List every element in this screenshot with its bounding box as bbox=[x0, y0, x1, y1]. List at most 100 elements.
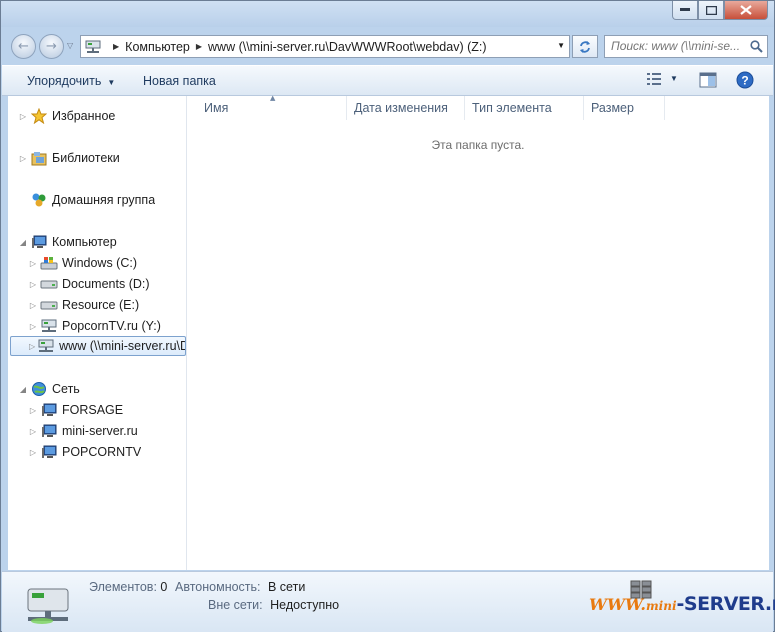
change-view-button[interactable] bbox=[646, 72, 662, 89]
nav-host-mini-server[interactable]: ▷ mini-server.ru bbox=[28, 421, 138, 441]
offline-status: Вне сети: Недоступно bbox=[208, 598, 339, 612]
expand-arrow-icon[interactable]: ▷ bbox=[28, 280, 38, 289]
watermark-logo: WWW.mini-SERVER.ru bbox=[589, 593, 775, 615]
expand-arrow-icon[interactable]: ▷ bbox=[18, 112, 28, 121]
content-area: ▷ Избранное ▷ Библиотеки Домашняя группа… bbox=[8, 94, 769, 570]
watermark-server: -SERVER.ru bbox=[676, 593, 775, 615]
breadcrumb-computer[interactable]: Компьютер bbox=[125, 40, 190, 54]
search-input[interactable] bbox=[605, 36, 751, 56]
details-pane: Элементов: 0 Автономность: В сети Вне се… bbox=[2, 571, 775, 632]
nav-drive-label: www (\\mini-server.ru\DavWWWRoot\webdav)… bbox=[59, 339, 185, 353]
address-dropdown-icon[interactable]: ▼ bbox=[557, 41, 565, 50]
maximize-button[interactable] bbox=[698, 1, 724, 20]
offline-status-label: Вне сети: bbox=[208, 598, 263, 612]
breadcrumb-separator-icon[interactable]: ▶ bbox=[196, 42, 202, 51]
chevron-down-icon: ▼ bbox=[670, 74, 678, 83]
minimize-icon bbox=[680, 8, 690, 11]
empty-folder-message: Эта папка пуста. bbox=[431, 138, 525, 152]
organize-button[interactable]: Упорядочить ▼ bbox=[27, 74, 115, 88]
offline-availability-label: Автономность: bbox=[175, 580, 261, 594]
windows-drive-icon bbox=[40, 255, 58, 271]
chevron-down-icon: ▼ bbox=[107, 78, 116, 87]
expand-arrow-icon[interactable]: ▷ bbox=[28, 301, 38, 310]
view-options-dropdown[interactable]: ▼ bbox=[670, 74, 678, 83]
nav-computer[interactable]: ◢ Компьютер bbox=[18, 232, 117, 252]
nav-host-label: FORSAGE bbox=[62, 403, 124, 417]
expand-arrow-icon[interactable]: ▷ bbox=[28, 427, 38, 436]
nav-drive-c[interactable]: ▷ Windows (C:) bbox=[28, 253, 137, 273]
search-icon[interactable] bbox=[750, 40, 763, 56]
drive-icon bbox=[40, 297, 58, 313]
nav-drive-e[interactable]: ▷ Resource (E:) bbox=[28, 295, 139, 315]
chevron-down-icon: ▽ bbox=[67, 41, 74, 50]
drive-icon bbox=[40, 276, 58, 292]
item-count-value: 0 bbox=[160, 580, 168, 594]
network-drive-icon bbox=[40, 318, 58, 334]
nav-libraries[interactable]: ▷ Библиотеки bbox=[18, 148, 120, 168]
nav-host-label: mini-server.ru bbox=[62, 424, 138, 438]
nav-drive-d[interactable]: ▷ Documents (D:) bbox=[28, 274, 150, 294]
file-list-pane[interactable]: Имя ▲ Дата изменения Тип элемента Размер… bbox=[187, 94, 769, 570]
expand-arrow-icon[interactable]: ▷ bbox=[18, 154, 28, 163]
collapse-arrow-icon[interactable]: ◢ bbox=[18, 238, 28, 247]
column-header-size[interactable]: Размер bbox=[584, 96, 665, 120]
collapse-arrow-icon[interactable]: ◢ bbox=[18, 385, 28, 394]
computer-icon bbox=[30, 234, 48, 250]
item-count: Элементов: 0 bbox=[89, 580, 167, 594]
back-button[interactable]: ← bbox=[11, 34, 36, 59]
breadcrumb-separator-icon[interactable]: ▶ bbox=[113, 42, 119, 51]
offline-status-value: Недоступно bbox=[270, 598, 340, 612]
nav-drive-y[interactable]: ▷ PopcornTV.ru (Y:) bbox=[28, 316, 161, 336]
homegroup-icon bbox=[30, 192, 48, 208]
watermark-www: WWW. bbox=[589, 595, 646, 614]
nav-drive-label: Windows (C:) bbox=[62, 256, 138, 270]
expand-arrow-icon[interactable]: ▷ bbox=[28, 259, 38, 268]
forward-button[interactable]: → bbox=[39, 34, 64, 59]
nav-host-label: POPCORNTV bbox=[62, 445, 142, 459]
expand-arrow-icon[interactable]: ▷ bbox=[28, 448, 38, 457]
nav-favorites[interactable]: ▷ Избранное bbox=[18, 106, 115, 126]
help-icon: ? bbox=[736, 71, 754, 89]
column-header-label: Размер bbox=[591, 101, 634, 115]
refresh-icon bbox=[580, 40, 590, 53]
computer-icon bbox=[40, 423, 58, 439]
nav-drive-z-selected[interactable]: ▷ www (\\mini-server.ru\DavWWWRoot\webda… bbox=[10, 336, 186, 356]
explorer-window: ← → ▽ ▶ Компьютер ▶ www (\\mini-server.r… bbox=[0, 0, 775, 632]
nav-host-forsage[interactable]: ▷ FORSAGE bbox=[28, 400, 123, 420]
caption-buttons bbox=[672, 1, 768, 21]
network-drive-large-icon bbox=[24, 579, 72, 630]
minimize-button[interactable] bbox=[672, 1, 698, 20]
libraries-icon bbox=[30, 150, 48, 166]
column-header-date[interactable]: Дата изменения bbox=[347, 96, 465, 120]
close-button[interactable] bbox=[724, 1, 768, 20]
maximize-icon bbox=[705, 5, 717, 15]
organize-label: Упорядочить bbox=[27, 74, 102, 88]
preview-pane-button[interactable] bbox=[699, 72, 717, 91]
new-folder-button[interactable]: Новая папка bbox=[143, 74, 216, 88]
nav-network[interactable]: ◢ Сеть bbox=[18, 379, 80, 399]
watermark-mini: mini bbox=[645, 599, 677, 613]
nav-homegroup[interactable]: Домашняя группа bbox=[18, 190, 155, 210]
network-drive-icon bbox=[37, 338, 55, 354]
navigation-bar: ← → ▽ ▶ Компьютер ▶ www (\\mini-server.r… bbox=[1, 29, 774, 63]
address-bar[interactable]: ▶ Компьютер ▶ www (\\mini-server.ru\DavW… bbox=[80, 35, 570, 58]
breadcrumb-current-folder[interactable]: www (\\mini-server.ru\DavWWWRoot\webdav)… bbox=[208, 40, 487, 54]
column-header-type[interactable]: Тип элемента bbox=[465, 96, 584, 120]
expand-arrow-icon[interactable]: ▷ bbox=[28, 322, 38, 331]
recent-pages-dropdown[interactable]: ▽ bbox=[67, 41, 73, 50]
close-icon bbox=[740, 5, 752, 15]
refresh-button[interactable] bbox=[572, 35, 598, 58]
forward-arrow-icon: → bbox=[46, 39, 57, 54]
offline-availability-value: В сети bbox=[268, 580, 306, 594]
new-folder-label: Новая папка bbox=[143, 74, 216, 88]
computer-icon bbox=[40, 402, 58, 418]
navigation-pane[interactable]: ▷ Избранное ▷ Библиотеки Домашняя группа… bbox=[8, 96, 187, 570]
computer-icon bbox=[40, 444, 58, 460]
search-box[interactable] bbox=[604, 35, 768, 58]
nav-host-popcorntv[interactable]: ▷ POPCORNTV bbox=[28, 442, 141, 462]
expand-arrow-icon[interactable]: ▷ bbox=[28, 406, 38, 415]
expand-arrow-icon[interactable]: ▷ bbox=[29, 342, 35, 351]
help-button[interactable]: ? bbox=[736, 71, 754, 92]
command-bar: Упорядочить ▼ Новая папка ▼ ? bbox=[2, 65, 773, 96]
nav-drive-label: PopcornTV.ru (Y:) bbox=[62, 319, 161, 333]
